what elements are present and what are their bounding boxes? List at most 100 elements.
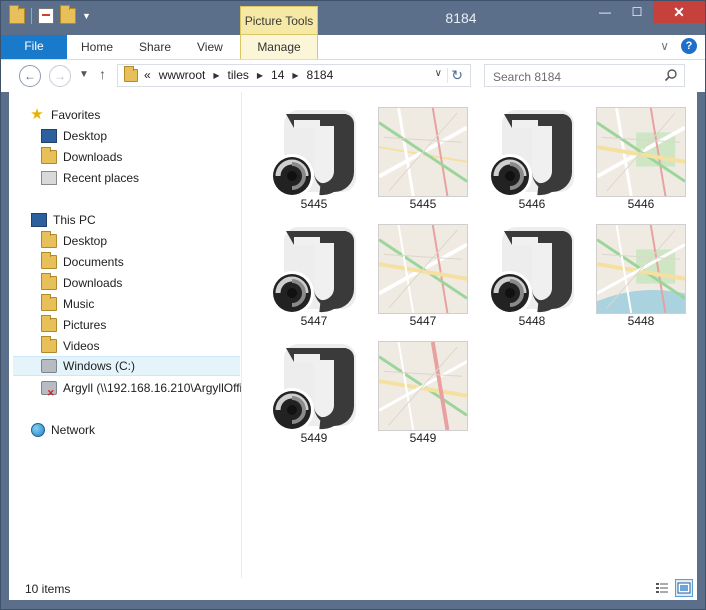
file-name: 5446: [518, 197, 546, 211]
disconnected-drive-icon: [41, 381, 57, 398]
large-icons-view-icon: [677, 582, 691, 594]
picture-tools-label: Picture Tools: [240, 6, 318, 35]
file-name: 5447: [409, 314, 437, 328]
folder-icon[interactable]: [9, 5, 25, 24]
breadcrumb-item[interactable]: 8184: [307, 65, 334, 86]
nav-recent-places[interactable]: Recent places: [41, 168, 139, 188]
file-item-image[interactable]: 5447: [373, 219, 473, 331]
address-folder-icon: [124, 66, 138, 82]
file-item-image[interactable]: 5449: [373, 336, 473, 448]
file-item-image[interactable]: 5445: [373, 102, 473, 214]
quick-access-toolbar: ▼: [9, 5, 91, 24]
nav-favorites[interactable]: ★ Favorites: [29, 105, 100, 125]
ribbon-controls: ∨ ?: [660, 38, 697, 54]
tab-view[interactable]: View: [197, 35, 223, 59]
nav-fav-desktop[interactable]: Desktop: [41, 126, 107, 146]
breadcrumb-separator-icon[interactable]: ▶: [257, 65, 263, 86]
nav-windows-c[interactable]: Windows (C:): [13, 356, 240, 376]
customize-toolbar-icon[interactable]: ▼: [82, 11, 91, 21]
forward-arrow-icon: →: [54, 69, 66, 83]
nav-pc-documents[interactable]: Documents: [41, 252, 124, 272]
new-folder-icon[interactable]: [60, 5, 76, 24]
tab-share[interactable]: Share: [139, 35, 171, 59]
explorer-body: ★ Favorites Desktop Downloads Recent pla…: [9, 92, 697, 578]
navigation-pane: ★ Favorites Desktop Downloads Recent pla…: [9, 92, 242, 578]
script-file-icon: [270, 110, 356, 198]
up-arrow-icon[interactable]: ↑: [99, 66, 106, 82]
breadcrumb-separator-icon[interactable]: ▶: [213, 65, 219, 86]
breadcrumb-item[interactable]: tiles: [228, 65, 249, 86]
nav-network[interactable]: Network: [31, 420, 95, 440]
maximize-button[interactable]: ☐: [621, 1, 653, 23]
nav-label: Downloads: [63, 276, 123, 290]
nav-pc-music[interactable]: Music: [41, 294, 94, 314]
details-view-button[interactable]: [653, 579, 671, 597]
file-item-script[interactable]: 5445: [264, 102, 364, 214]
script-file-icon: [270, 344, 356, 432]
address-bar[interactable]: « wwwroot ▶ tiles ▶ 14 ▶ 8184 ∨ ↻: [117, 64, 471, 87]
nav-label: Documents: [63, 255, 124, 269]
nav-label: Downloads: [63, 150, 123, 164]
nav-label: Desktop: [63, 234, 108, 248]
file-list: 5445 5445 5446 5446 5447 5447 5448 5448 5449 5449: [242, 92, 697, 578]
breadcrumb-item[interactable]: 14: [271, 65, 284, 86]
desktop-icon: [41, 129, 57, 143]
close-button[interactable]: ✕: [653, 1, 705, 23]
help-icon[interactable]: ?: [681, 38, 697, 54]
file-item-script[interactable]: 5447: [264, 219, 364, 331]
minimize-icon: —: [599, 5, 611, 19]
breadcrumb-item[interactable]: wwwroot: [159, 65, 206, 86]
nav-pc-pictures[interactable]: Pictures: [41, 315, 106, 335]
minimize-button[interactable]: —: [589, 1, 621, 23]
breadcrumb-separator-icon[interactable]: ▶: [292, 65, 298, 86]
address-history-icon[interactable]: ∨: [435, 68, 442, 79]
nav-label: Videos: [63, 339, 100, 353]
file-item-script[interactable]: 5449: [264, 336, 364, 448]
navigation-bar: ← → ▼ ↑ « wwwroot ▶ tiles ▶ 14 ▶ 8184 ∨ …: [1, 60, 705, 92]
map-tile-thumbnail: [596, 224, 686, 314]
file-name: 5449: [409, 431, 437, 445]
refresh-icon[interactable]: ↻: [451, 67, 463, 84]
file-item-script[interactable]: 5446: [482, 102, 582, 214]
script-file-icon: [270, 227, 356, 315]
breadcrumb-overflow[interactable]: «: [144, 65, 151, 86]
nav-label: Argyll (\\192.168.16.210\ArgyllOffi: [63, 381, 241, 395]
close-icon: ✕: [673, 3, 685, 20]
address-divider: [447, 68, 448, 83]
view-buttons: [653, 579, 693, 597]
folder-icon: [41, 273, 57, 290]
properties-icon[interactable]: [38, 8, 54, 24]
drive-icon: [41, 359, 57, 373]
nav-pc-desktop[interactable]: Desktop: [41, 231, 107, 251]
tab-file[interactable]: File: [1, 35, 67, 59]
forward-button[interactable]: →: [49, 65, 71, 87]
file-name: 5449: [300, 431, 328, 445]
file-item-script[interactable]: 5448: [482, 219, 582, 331]
nav-fav-downloads[interactable]: Downloads: [41, 147, 122, 167]
maximize-icon: ☐: [631, 5, 643, 19]
nav-label: Pictures: [63, 318, 107, 332]
nav-pc-downloads[interactable]: Downloads: [41, 273, 122, 293]
nav-pc-videos[interactable]: Videos: [41, 336, 99, 356]
toolbar-separator: [31, 8, 32, 24]
window-title: 8184: [445, 10, 477, 26]
recent-places-icon: [41, 171, 57, 185]
tab-manage[interactable]: Manage: [240, 35, 318, 59]
tab-home[interactable]: Home: [81, 35, 113, 59]
map-tile-thumbnail: [378, 107, 468, 197]
breadcrumb: « wwwroot ▶ tiles ▶ 14 ▶ 8184: [144, 65, 333, 86]
window-controls: — ☐ ✕: [589, 1, 705, 23]
large-icons-view-button[interactable]: [675, 579, 693, 597]
nav-label: Music: [63, 297, 95, 311]
search-input[interactable]: [491, 67, 655, 86]
recent-locations-icon[interactable]: ▼: [79, 69, 89, 80]
file-item-image[interactable]: 5448: [591, 219, 691, 331]
status-bar: 10 items: [9, 578, 697, 600]
search-icon[interactable]: [664, 68, 678, 82]
nav-network-drive[interactable]: Argyll (\\192.168.16.210\ArgyllOffi: [41, 378, 241, 398]
file-item-image[interactable]: 5446: [591, 102, 691, 214]
item-count: 10 items: [25, 582, 71, 596]
nav-this-pc[interactable]: This PC: [31, 210, 96, 230]
expand-ribbon-icon[interactable]: ∨: [660, 39, 669, 53]
back-button[interactable]: ←: [19, 65, 41, 87]
